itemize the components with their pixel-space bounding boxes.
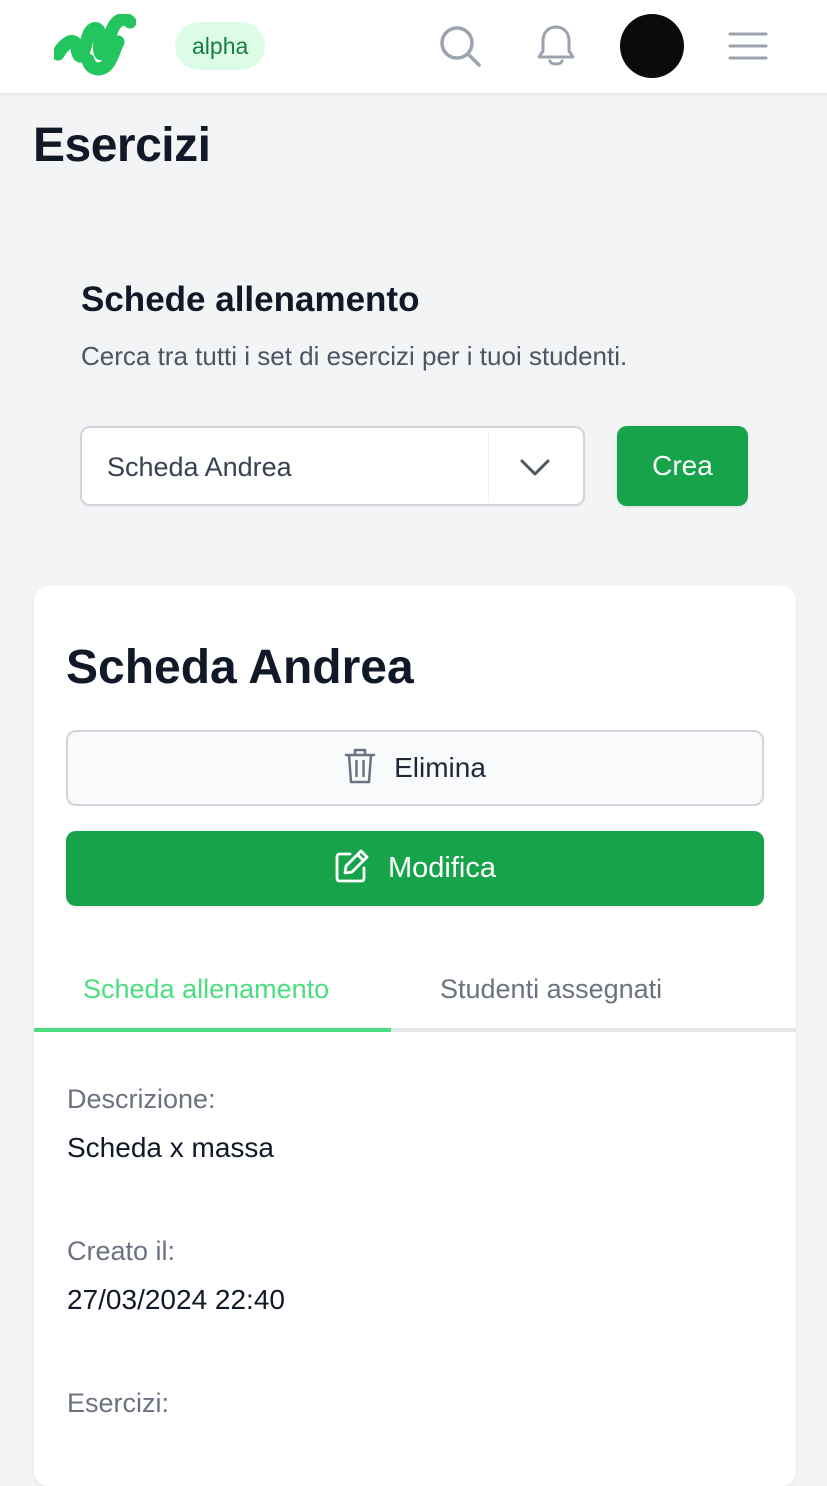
- tab-workout-plan[interactable]: Scheda allenamento: [83, 974, 329, 1005]
- brand-logo-icon[interactable]: [51, 12, 137, 78]
- section-title: Schede allenamento: [81, 280, 420, 319]
- search-icon[interactable]: [436, 20, 484, 72]
- description-label: Descrizione:: [67, 1084, 216, 1114]
- trash-icon: [344, 747, 376, 790]
- top-navbar: alpha: [0, 0, 827, 94]
- edit-label: Modifica: [388, 852, 496, 884]
- select-divider: [488, 432, 489, 502]
- workout-plan-card: Scheda Andrea Elimina Modifica Scheda al…: [34, 586, 796, 1486]
- user-avatar[interactable]: [620, 14, 684, 78]
- edit-button[interactable]: Modifica: [66, 831, 764, 906]
- exercises-label: Esercizi:: [67, 1388, 170, 1418]
- tab-assigned-students[interactable]: Studenti assegnati: [440, 974, 662, 1005]
- create-button[interactable]: Crea: [617, 426, 748, 506]
- chevron-down-icon[interactable]: [518, 452, 552, 482]
- card-tabs: Scheda allenamento Studenti assegnati: [34, 956, 796, 1032]
- workout-plan-select[interactable]: Scheda Andrea: [80, 426, 585, 506]
- hamburger-menu-icon[interactable]: [724, 20, 772, 72]
- active-tab-indicator: [34, 1028, 391, 1032]
- select-value: Scheda Andrea: [107, 452, 292, 482]
- delete-label: Elimina: [394, 752, 486, 783]
- section-description: Cerca tra tutti i set di esercizi per i …: [81, 341, 628, 371]
- pencil-square-icon: [334, 848, 370, 889]
- delete-button[interactable]: Elimina: [66, 730, 764, 806]
- alpha-badge: alpha: [175, 22, 266, 70]
- created-value: 27/03/2024 22:40: [67, 1284, 285, 1315]
- card-title: Scheda Andrea: [66, 641, 414, 694]
- description-value: Scheda x massa: [67, 1132, 274, 1163]
- page-title: Esercizi: [33, 119, 211, 172]
- created-label: Creato il:: [67, 1236, 176, 1266]
- bell-icon[interactable]: [532, 20, 580, 72]
